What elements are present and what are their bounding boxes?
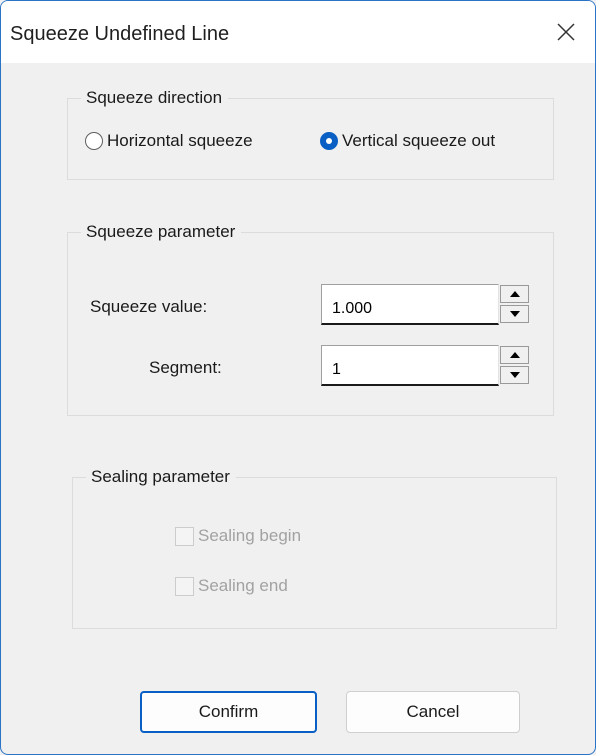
horizontal-squeeze-label: Horizontal squeeze [107, 131, 253, 150]
sealing-end-checkbox-box [175, 576, 194, 596]
arrow-up-icon [510, 352, 520, 358]
squeeze-value-down-button[interactable] [500, 305, 529, 323]
horizontal-squeeze-radio[interactable]: Horizontal squeeze [85, 131, 253, 151]
cancel-button[interactable]: Cancel [346, 691, 520, 733]
sealing-end-checkbox[interactable]: Sealing end [175, 576, 288, 596]
squeeze-value-spinner [500, 284, 529, 325]
horizontal-squeeze-radio-circle [85, 132, 103, 150]
segment-up-button[interactable] [500, 346, 529, 364]
segment-input[interactable] [321, 345, 499, 386]
arrow-up-icon [510, 291, 520, 297]
segment-spinner [500, 345, 529, 386]
vertical-squeeze-out-radio[interactable]: Vertical squeeze out [320, 131, 495, 151]
segment-label: Segment: [149, 358, 222, 377]
segment-down-button[interactable] [500, 366, 529, 384]
squeeze-direction-legend: Squeeze direction [86, 88, 223, 107]
sealing-begin-checkbox-box [175, 526, 194, 546]
squeeze-value-input[interactable] [321, 284, 499, 325]
vertical-squeeze-out-radio-circle [320, 132, 338, 150]
sealing-begin-label: Sealing begin [198, 526, 302, 545]
dialog-title: Squeeze Undefined Line [10, 23, 230, 45]
sealing-begin-checkbox[interactable]: Sealing begin [175, 526, 301, 546]
sealing-parameter-legend: Sealing parameter [91, 467, 230, 486]
squeeze-value-label: Squeeze value: [90, 297, 208, 316]
sealing-end-label: Sealing end [198, 576, 288, 595]
close-icon [557, 23, 575, 41]
dialog-window: Squeeze Undefined Line Squeeze direction… [0, 0, 596, 755]
squeeze-parameter-legend: Squeeze parameter [86, 222, 236, 241]
sealing-parameter-group: Sealing parameter [72, 466, 557, 629]
arrow-down-icon [510, 372, 520, 378]
squeeze-value-up-button[interactable] [500, 285, 529, 303]
confirm-button[interactable]: Confirm [140, 691, 317, 733]
vertical-squeeze-out-label: Vertical squeeze out [342, 131, 496, 150]
close-button[interactable] [537, 1, 595, 63]
arrow-down-icon [510, 311, 520, 317]
title-bar: Squeeze Undefined Line [1, 1, 595, 63]
